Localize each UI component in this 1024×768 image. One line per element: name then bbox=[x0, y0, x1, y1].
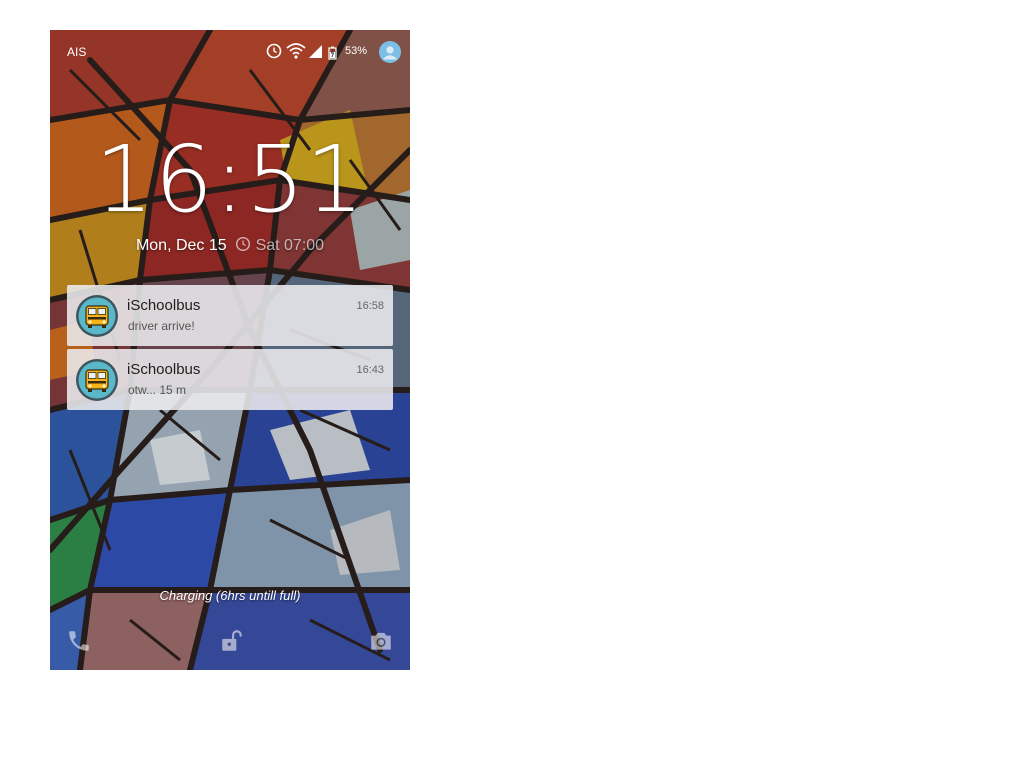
lockscreen-clock: 16:51 bbox=[94, 126, 366, 233]
charging-status: Charging (6hrs untill full) bbox=[159, 588, 301, 603]
cell-signal-icon bbox=[309, 45, 322, 58]
user-avatar-icon[interactable] bbox=[379, 41, 401, 63]
notification-time: 16:43 bbox=[356, 364, 384, 376]
phone-icon[interactable] bbox=[66, 628, 92, 654]
alarm-icon bbox=[266, 43, 282, 59]
school-bus-icon bbox=[76, 359, 118, 401]
battery-charging-icon bbox=[328, 46, 337, 60]
notification-card[interactable]: iSchoolbus otw... 15 m 16:43 bbox=[67, 349, 393, 410]
date-row: Mon, Dec 15 Sat 07:00 bbox=[50, 236, 410, 255]
status-bar: AIS 53% bbox=[50, 30, 410, 74]
notification-app-name: iSchoolbus bbox=[127, 297, 201, 314]
camera-icon[interactable] bbox=[368, 628, 394, 654]
notification-time: 16:58 bbox=[356, 300, 384, 312]
battery-percent: 53% bbox=[345, 45, 368, 57]
alarm-icon bbox=[236, 236, 251, 252]
lockscreen: AIS 53% 16:51 Mon, Dec 15 Sat 07:00 iSch… bbox=[50, 30, 410, 670]
next-alarm: Sat 07:00 bbox=[255, 237, 325, 254]
carrier-name: AIS bbox=[67, 45, 87, 59]
lockscreen-date: Mon, Dec 15 bbox=[135, 237, 227, 254]
notification-text: otw... 15 m bbox=[128, 383, 187, 397]
school-bus-icon bbox=[76, 295, 118, 337]
wifi-icon bbox=[286, 43, 306, 59]
notification-card[interactable]: iSchoolbus driver arrive! 16:58 bbox=[67, 285, 393, 346]
notification-text: driver arrive! bbox=[128, 319, 195, 333]
notification-app-name: iSchoolbus bbox=[127, 361, 201, 378]
unlock-icon[interactable] bbox=[219, 628, 245, 654]
